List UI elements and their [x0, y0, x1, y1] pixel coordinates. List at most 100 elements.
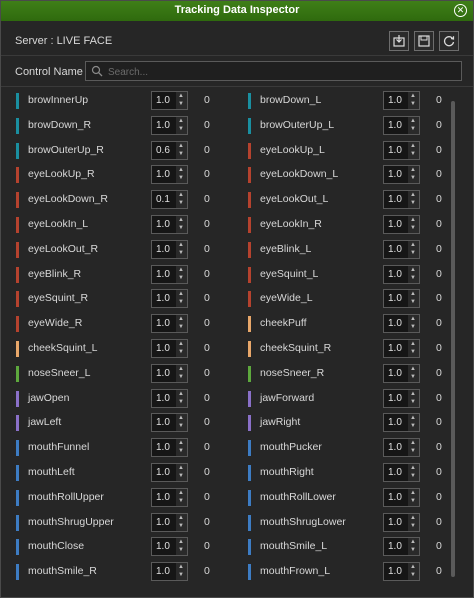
spinner-arrows[interactable]: ▲ ▼	[176, 438, 188, 458]
increment-icon[interactable]: ▲	[178, 465, 184, 471]
spinner-arrows[interactable]: ▲ ▼	[408, 438, 420, 458]
decrement-icon[interactable]: ▼	[178, 324, 184, 330]
decrement-icon[interactable]: ▼	[178, 498, 184, 504]
increment-icon[interactable]: ▲	[178, 564, 184, 570]
spinner-arrows[interactable]: ▲ ▼	[176, 314, 188, 334]
spinner-arrows[interactable]: ▲ ▼	[408, 190, 420, 210]
spinner-arrows[interactable]: ▲ ▼	[408, 562, 420, 582]
decrement-icon[interactable]: ▼	[410, 101, 416, 107]
increment-icon[interactable]: ▲	[410, 167, 416, 173]
decrement-icon[interactable]: ▼	[178, 225, 184, 231]
decrement-icon[interactable]: ▼	[410, 299, 416, 305]
increment-icon[interactable]: ▲	[410, 366, 416, 372]
increment-icon[interactable]: ▲	[410, 539, 416, 545]
decrement-icon[interactable]: ▼	[178, 275, 184, 281]
decrement-icon[interactable]: ▼	[410, 324, 416, 330]
decrement-icon[interactable]: ▼	[410, 374, 416, 380]
decrement-icon[interactable]: ▼	[178, 473, 184, 479]
increment-icon[interactable]: ▲	[410, 192, 416, 198]
increment-icon[interactable]: ▲	[410, 217, 416, 223]
spinner-arrows[interactable]: ▲ ▼	[176, 487, 188, 507]
spinner-arrows[interactable]: ▲ ▼	[176, 289, 188, 309]
increment-icon[interactable]: ▲	[410, 465, 416, 471]
decrement-icon[interactable]: ▼	[410, 349, 416, 355]
decrement-icon[interactable]: ▼	[178, 523, 184, 529]
decrement-icon[interactable]: ▼	[178, 423, 184, 429]
spinner-arrows[interactable]: ▲ ▼	[176, 115, 188, 135]
spinner-arrows[interactable]: ▲ ▼	[176, 413, 188, 433]
spinner-arrows[interactable]: ▲ ▼	[408, 537, 420, 557]
spinner-arrows[interactable]: ▲ ▼	[408, 512, 420, 532]
decrement-icon[interactable]: ▼	[410, 399, 416, 405]
increment-icon[interactable]: ▲	[178, 316, 184, 322]
increment-icon[interactable]: ▲	[178, 267, 184, 273]
title-bar[interactable]: Tracking Data Inspector ✕	[1, 1, 473, 21]
spinner-arrows[interactable]: ▲ ▼	[408, 413, 420, 433]
increment-icon[interactable]: ▲	[178, 217, 184, 223]
spinner-arrows[interactable]: ▲ ▼	[408, 165, 420, 185]
decrement-icon[interactable]: ▼	[178, 547, 184, 553]
increment-icon[interactable]: ▲	[410, 564, 416, 570]
increment-icon[interactable]: ▲	[410, 490, 416, 496]
increment-icon[interactable]: ▲	[178, 291, 184, 297]
increment-icon[interactable]: ▲	[410, 143, 416, 149]
increment-icon[interactable]: ▲	[410, 415, 416, 421]
spinner-arrows[interactable]: ▲ ▼	[176, 537, 188, 557]
spinner-arrows[interactable]: ▲ ▼	[408, 314, 420, 334]
increment-icon[interactable]: ▲	[178, 440, 184, 446]
spinner-arrows[interactable]: ▲ ▼	[176, 264, 188, 284]
decrement-icon[interactable]: ▼	[178, 448, 184, 454]
save-button[interactable]	[414, 31, 434, 51]
decrement-icon[interactable]: ▼	[410, 250, 416, 256]
spinner-arrows[interactable]: ▲ ▼	[408, 264, 420, 284]
spinner-arrows[interactable]: ▲ ▼	[176, 239, 188, 259]
increment-icon[interactable]: ▲	[178, 490, 184, 496]
decrement-icon[interactable]: ▼	[410, 498, 416, 504]
search-box[interactable]	[85, 61, 462, 81]
increment-icon[interactable]: ▲	[410, 118, 416, 124]
decrement-icon[interactable]: ▼	[178, 572, 184, 578]
spinner-arrows[interactable]: ▲ ▼	[176, 339, 188, 358]
spinner-arrows[interactable]: ▲ ▼	[408, 140, 420, 160]
decrement-icon[interactable]: ▼	[410, 126, 416, 132]
spinner-arrows[interactable]: ▲ ▼	[408, 289, 420, 309]
increment-icon[interactable]: ▲	[410, 291, 416, 297]
increment-icon[interactable]: ▲	[410, 242, 416, 248]
spinner-arrows[interactable]: ▲ ▼	[408, 463, 420, 482]
spinner-arrows[interactable]: ▲ ▼	[408, 91, 420, 110]
decrement-icon[interactable]: ▼	[178, 175, 184, 181]
close-icon[interactable]: ✕	[454, 4, 467, 17]
decrement-icon[interactable]: ▼	[178, 250, 184, 256]
decrement-icon[interactable]: ▼	[410, 572, 416, 578]
decrement-icon[interactable]: ▼	[410, 225, 416, 231]
spinner-arrows[interactable]: ▲ ▼	[408, 388, 420, 408]
spinner-arrows[interactable]: ▲ ▼	[408, 239, 420, 259]
decrement-icon[interactable]: ▼	[178, 299, 184, 305]
increment-icon[interactable]: ▲	[178, 143, 184, 149]
decrement-icon[interactable]: ▼	[410, 423, 416, 429]
increment-icon[interactable]: ▲	[178, 415, 184, 421]
increment-icon[interactable]: ▲	[410, 267, 416, 273]
increment-icon[interactable]: ▲	[178, 515, 184, 521]
spinner-arrows[interactable]: ▲ ▼	[408, 339, 420, 358]
increment-icon[interactable]: ▲	[178, 242, 184, 248]
search-input[interactable]	[106, 63, 450, 81]
decrement-icon[interactable]: ▼	[178, 200, 184, 206]
decrement-icon[interactable]: ▼	[410, 473, 416, 479]
decrement-icon[interactable]: ▼	[178, 126, 184, 132]
increment-icon[interactable]: ▲	[178, 539, 184, 545]
spinner-arrows[interactable]: ▲ ▼	[408, 487, 420, 507]
decrement-icon[interactable]: ▼	[178, 101, 184, 107]
spinner-arrows[interactable]: ▲ ▼	[176, 562, 188, 582]
decrement-icon[interactable]: ▼	[410, 175, 416, 181]
increment-icon[interactable]: ▲	[410, 316, 416, 322]
spinner-arrows[interactable]: ▲ ▼	[176, 165, 188, 185]
increment-icon[interactable]: ▲	[178, 118, 184, 124]
spinner-arrows[interactable]: ▲ ▼	[176, 215, 188, 234]
increment-icon[interactable]: ▲	[410, 341, 416, 347]
scrollbar[interactable]	[451, 101, 455, 577]
increment-icon[interactable]: ▲	[178, 391, 184, 397]
spinner-arrows[interactable]: ▲ ▼	[176, 190, 188, 210]
decrement-icon[interactable]: ▼	[410, 200, 416, 206]
increment-icon[interactable]: ▲	[410, 440, 416, 446]
